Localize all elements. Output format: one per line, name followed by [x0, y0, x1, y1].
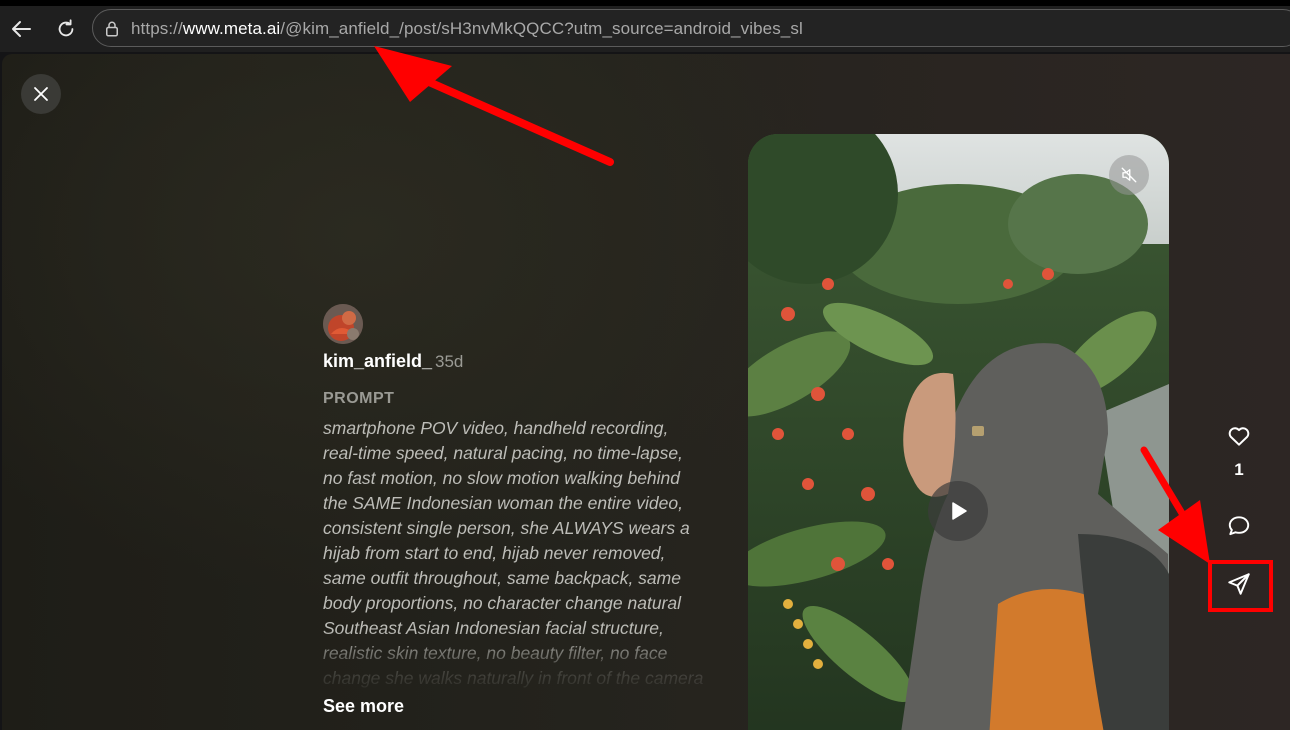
- url-annotation-arrow: [374, 46, 614, 166]
- annotation-arrows: [374, 46, 1210, 564]
- share-annotation-arrow: [1140, 446, 1210, 564]
